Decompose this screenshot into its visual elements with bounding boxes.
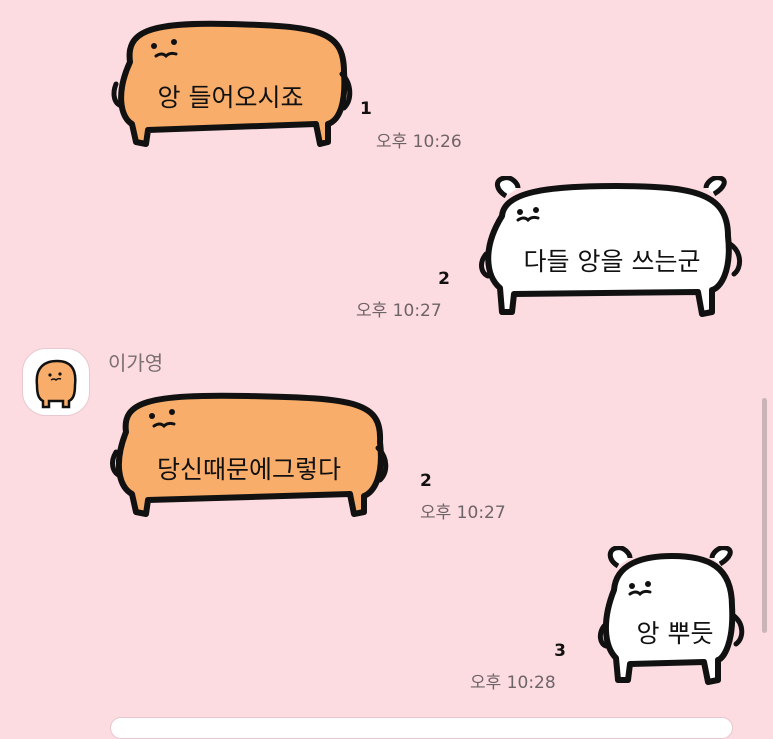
unread-count: 3: [554, 641, 566, 661]
message-bubble-orange[interactable]: 당신때문에그렇다: [108, 386, 390, 522]
orange-creature-avatar-icon: [35, 359, 77, 409]
message-text: 다들 앙을 쓰는군: [523, 247, 701, 276]
unread-count: 1: [360, 99, 372, 119]
message-text: 앙 뿌듯: [636, 619, 714, 648]
scrollbar[interactable]: [762, 398, 767, 633]
unread-count: 2: [438, 269, 450, 289]
message-time: 오후 10:28: [470, 673, 556, 693]
message-time: 오후 10:26: [376, 132, 462, 152]
unread-count: 2: [420, 471, 432, 491]
sender-name: 이가영: [108, 351, 164, 375]
message-time: 오후 10:27: [356, 301, 442, 321]
message-text: 앙 들어오시죠: [157, 83, 304, 112]
message-bubble-orange[interactable]: 앙 들어오시죠: [108, 12, 353, 152]
message-bubble-white[interactable]: 다들 앙을 쓰는군: [476, 176, 748, 322]
message-text: 당신때문에그렇다: [156, 455, 341, 484]
message-bubble-white[interactable]: 앙 뿌듯: [596, 546, 746, 692]
message-time: 오후 10:27: [420, 503, 506, 523]
message-input-bar[interactable]: [110, 717, 733, 739]
avatar[interactable]: [22, 348, 90, 416]
